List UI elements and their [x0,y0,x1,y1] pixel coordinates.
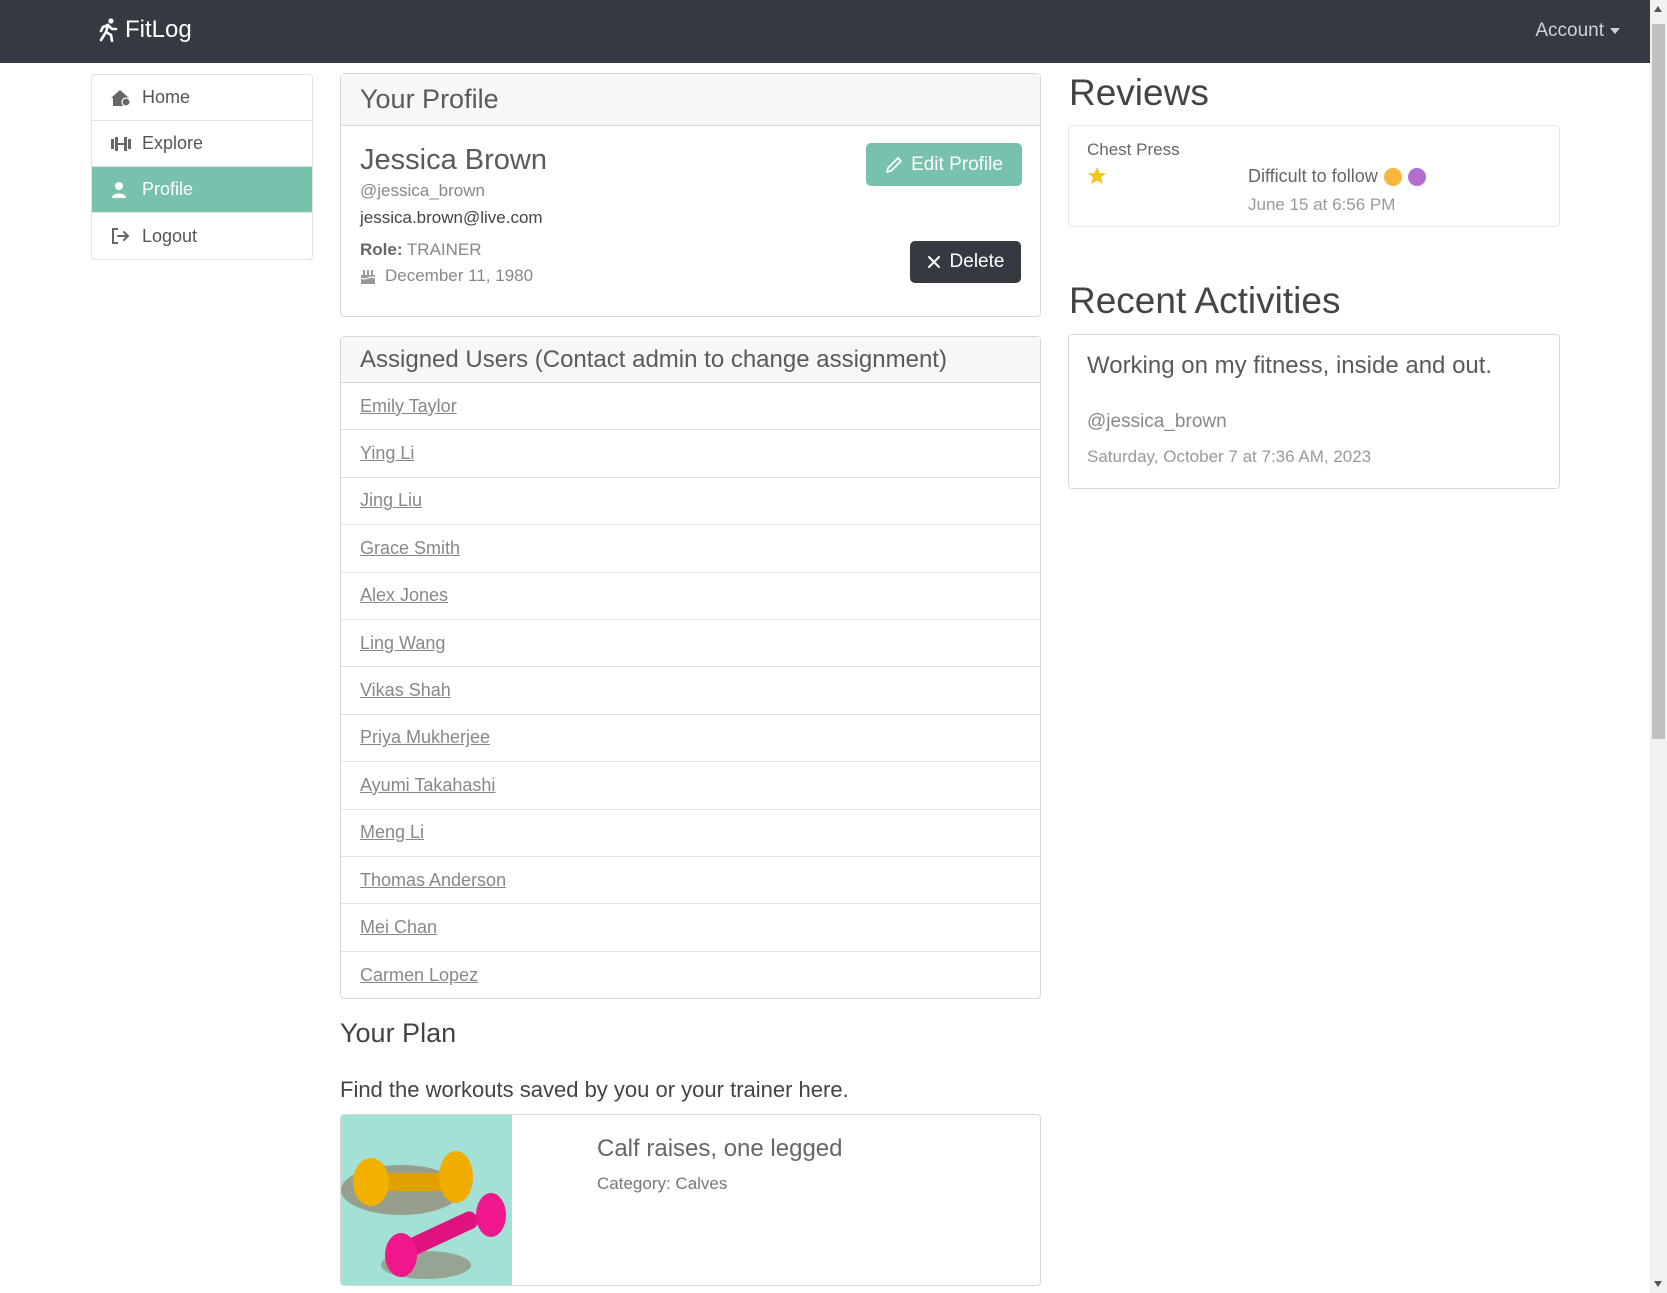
review-text-row: Difficult to follow [1248,166,1426,187]
close-icon [927,256,940,268]
delete-label: Delete [949,251,1005,272]
role-value: TRAINER [406,240,482,259]
review-text: Difficult to follow [1248,166,1378,186]
running-person-icon [99,18,118,42]
star-icon [1088,167,1106,184]
plan-title: Your Plan [340,1018,457,1048]
assigned-users-header: Assigned Users (Contact admin to change … [341,337,1040,383]
profile-birthday: December 11, 1980 [360,266,533,286]
list-item: Ayumi Takahashi [341,762,1040,810]
frowning-face-icon [1383,167,1402,186]
sidebar-item-explore[interactable]: Explore [92,121,312,167]
assigned-users-card: Assigned Users (Contact admin to change … [340,336,1041,999]
sidebar-item-label: Logout [142,225,198,246]
list-item: Grace Smith [341,525,1040,573]
top-navbar: FitLog Account [0,0,1650,63]
user-link[interactable]: Ayumi Takahashi [360,775,495,796]
list-item: Jing Liu [341,478,1040,526]
role-label: Role: [360,240,403,259]
sidebar-item-label: Profile [142,179,194,199]
brand-logo[interactable]: FitLog [97,16,192,44]
activity-date: Saturday, October 7 at 7:36 AM, 2023 [1087,447,1372,466]
list-item: Ying Li [341,430,1040,478]
user-link[interactable]: Grace Smith [360,538,460,559]
delete-button[interactable]: Delete [910,241,1021,283]
birthday-cake-icon [360,270,376,284]
list-item: Alex Jones [341,573,1040,620]
edit-profile-label: Edit Profile [911,153,1003,175]
recent-activities-title: Recent Activities [1069,280,1341,321]
review-exercise: Chest Press [1087,140,1180,159]
list-item: Mei Chan [341,904,1040,952]
list-item: Thomas Anderson [341,857,1040,905]
review-card: Chest Press Difficult to follow June 15 … [1068,125,1560,227]
workout-image [341,1115,512,1285]
user-link[interactable]: Emily Taylor [360,396,457,417]
dumbbells-image [341,1151,506,1279]
user-link[interactable]: Vikas Shah [360,680,451,701]
profile-name: Jessica Brown [360,144,547,176]
list-item: Meng Li [341,810,1040,857]
caret-down-icon [1610,28,1620,34]
profile-username: @jessica_brown [360,181,485,200]
profile-role: Role: TRAINER [360,240,482,260]
list-item: Carmen Lopez [341,952,1040,999]
list-item: Priya Mukherjee [341,715,1040,763]
edit-profile-button[interactable]: Edit Profile [866,143,1022,186]
workout-card[interactable]: Calf raises, one legged Category: Calves [340,1114,1041,1286]
sidebar-item-profile[interactable]: Profile [92,167,312,213]
sidebar-nav: Home Explore Profile Logout [91,74,313,260]
sidebar-item-label: Explore [142,133,204,153]
scroll-up-arrow-icon[interactable] [1654,6,1662,12]
activity-user: @jessica_brown [1087,411,1227,432]
reviews-title: Reviews [1069,72,1209,113]
birthday-text: December 11, 1980 [385,266,534,285]
user-link[interactable]: Alex Jones [360,585,448,606]
home-icon [111,89,131,107]
dumbbell-icon [111,136,131,151]
user-icon [112,181,126,198]
pencil-icon [886,156,902,173]
sidebar-item-home[interactable]: Home [92,75,312,121]
shrug-person-icon [1407,167,1426,186]
profile-card: Your Profile Jessica Brown @jessica_brow… [340,73,1041,317]
brand-name: FitLog [125,16,192,43]
user-link[interactable]: Priya Mukherjee [360,727,490,748]
account-dropdown[interactable]: Account [1535,20,1620,42]
user-link[interactable]: Thomas Anderson [360,870,506,891]
user-link[interactable]: Ling Wang [360,633,445,654]
sidebar-item-label: Home [142,87,191,107]
scroll-thumb[interactable] [1652,24,1665,739]
activity-text: Working on my fitness, inside and out. [1087,352,1493,379]
profile-email: jessica.brown@live.com [360,208,543,227]
plan-subtitle: Find the workouts saved by you or your t… [340,1077,849,1102]
user-link[interactable]: Ying Li [360,443,414,464]
user-link[interactable]: Meng Li [360,822,424,843]
user-link[interactable]: Jing Liu [360,490,422,511]
vertical-scrollbar[interactable] [1650,0,1667,1293]
list-item: Ling Wang [341,620,1040,668]
logout-icon [112,228,130,244]
account-label: Account [1535,20,1604,41]
activity-card[interactable]: Working on my fitness, inside and out. @… [1068,334,1560,489]
user-link[interactable]: Carmen Lopez [360,965,478,986]
scroll-down-arrow-icon[interactable] [1654,1281,1662,1287]
review-date: June 15 at 6:56 PM [1248,195,1396,214]
workout-name: Calf raises, one legged [597,1135,843,1162]
list-item: Emily Taylor [341,383,1040,431]
list-item: Vikas Shah [341,667,1040,715]
user-link[interactable]: Mei Chan [360,917,437,938]
workout-category: Category: Calves [597,1174,728,1193]
sidebar-item-logout[interactable]: Logout [92,213,312,259]
profile-card-header: Your Profile [341,74,1040,126]
